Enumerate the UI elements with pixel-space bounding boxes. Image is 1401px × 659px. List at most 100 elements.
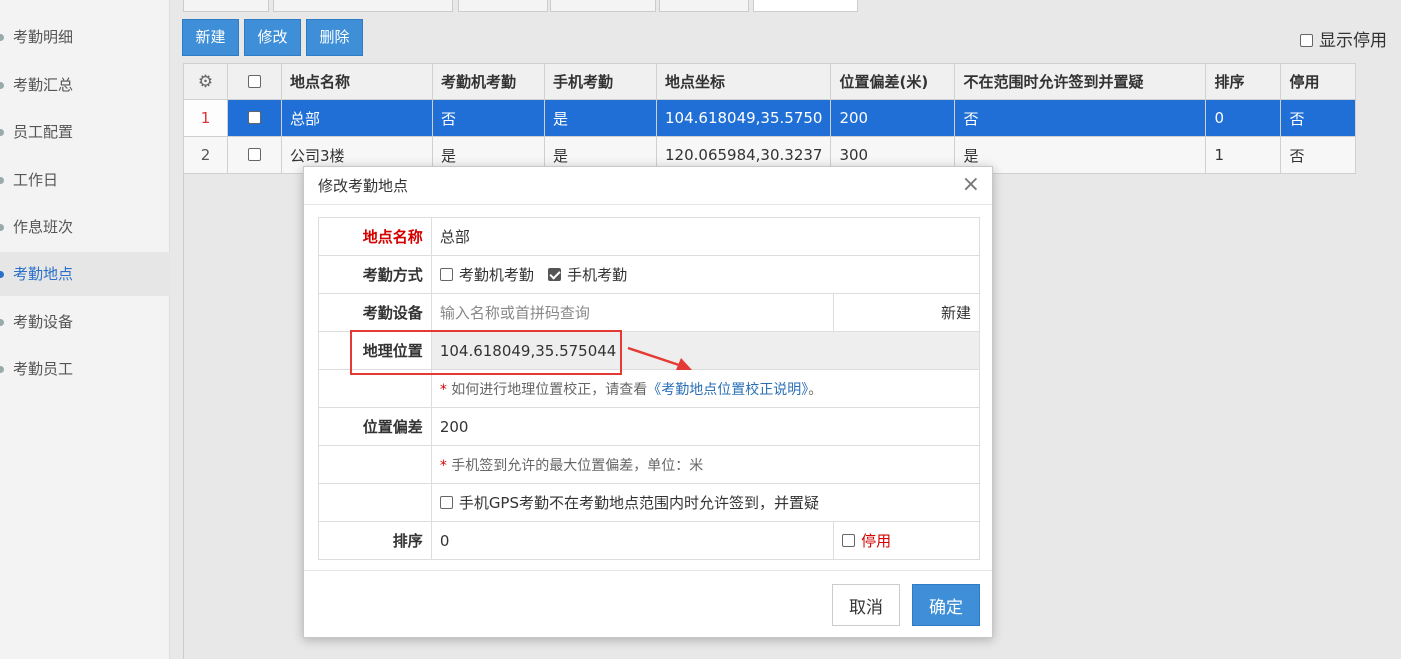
row-number: 2 [183, 136, 228, 174]
table-cell: 0 [1205, 99, 1282, 137]
gps-option[interactable]: 手机GPS考勤不在考勤地点范围内时允许签到，并置疑 [430, 483, 981, 522]
sort-label: 排序 [318, 521, 432, 560]
device-search-input[interactable]: 输入名称或首拼码查询 [430, 293, 835, 332]
required-mark: * [439, 381, 447, 398]
annotation-arrow-icon [627, 346, 692, 370]
offset-hint-text: 手机签到允许的最大位置偏差，单位：米 [446, 457, 704, 474]
ok-button[interactable]: 确定 [912, 584, 980, 626]
bullet-icon [0, 319, 4, 326]
offset-field[interactable]: 200 [430, 407, 981, 446]
column-header[interactable]: 排序 [1205, 63, 1282, 100]
spacer-cell [318, 483, 432, 522]
gps-option-label: 手机GPS考勤不在考勤地点范围内时允许签到，并置疑 [458, 494, 820, 512]
name-label: 地点名称 [318, 217, 432, 256]
device-placeholder: 输入名称或首拼码查询 [439, 304, 590, 322]
new-button[interactable]: 新建 [182, 19, 239, 56]
tab[interactable] [550, 0, 656, 12]
gear-icon[interactable]: ⚙ [198, 72, 213, 92]
sort-field[interactable]: 0 [430, 521, 835, 560]
column-header[interactable]: 位置偏差(米) [830, 63, 956, 100]
sidebar-item-label: 员工配置 [13, 123, 74, 141]
bullet-icon [0, 271, 4, 278]
sidebar-item-attendance-device[interactable]: 考勤设备 [0, 300, 170, 344]
phone-attendance-option[interactable]: 手机考勤 [548, 266, 627, 284]
row-select[interactable] [227, 99, 282, 137]
edit-location-dialog: 修改考勤地点 × 地点名称 总部 考勤方式 考勤机考勤 手机考勤 考勤设备 输入… [303, 166, 993, 638]
sidebar-item-attendance-detail[interactable]: 考勤明细 [0, 15, 170, 59]
column-header[interactable]: 手机考勤 [544, 63, 657, 100]
show-disabled-toggle[interactable]: 显示停用 [1300, 26, 1387, 51]
device-label: 考勤设备 [318, 293, 432, 332]
table-row[interactable]: 1 总部 否 是 104.618049,35.5750 200 否 0 否 [183, 99, 1357, 137]
checkbox-checked-icon[interactable] [548, 268, 562, 281]
disabled-label: 停用 [861, 532, 892, 550]
sidebar-item-label: 考勤明细 [13, 28, 74, 46]
table-cell: 200 [830, 99, 956, 137]
geo-hint-text: 如何进行地理位置校正，请查看 [446, 381, 648, 398]
dialog-footer-divider [304, 570, 992, 571]
sidebar-item-shift[interactable]: 作息班次 [0, 205, 170, 249]
dialog-title: 修改考勤地点 [304, 167, 992, 205]
sidebar-item-attendance-employee[interactable]: 考勤员工 [0, 347, 170, 391]
sidebar-item-attendance-summary[interactable]: 考勤汇总 [0, 63, 170, 107]
tab[interactable] [273, 0, 453, 12]
checkbox-icon[interactable] [439, 268, 453, 281]
row-select[interactable] [227, 136, 282, 174]
device-new-link[interactable]: 新建 [833, 293, 980, 332]
column-header[interactable]: 地点名称 [281, 63, 433, 100]
mode-options: 考勤机考勤 手机考勤 [430, 255, 981, 294]
checkbox-icon[interactable] [842, 534, 856, 547]
delete-button[interactable]: 删除 [306, 19, 363, 56]
location-table: ⚙ 地点名称 考勤机考勤 手机考勤 地点坐标 位置偏差(米) 不在范围时允许签到… [183, 63, 1357, 174]
bullet-icon [0, 82, 4, 89]
checkbox-icon[interactable] [248, 74, 261, 88]
sidebar-item-attendance-location[interactable]: 考勤地点 [0, 252, 170, 296]
annotation-box [350, 330, 622, 375]
table-cell: 否 [954, 99, 1207, 137]
row-number: 1 [183, 99, 228, 137]
column-settings[interactable]: ⚙ [183, 63, 228, 100]
sidebar-item-label: 考勤设备 [13, 313, 74, 331]
checkbox-icon[interactable] [439, 496, 453, 509]
sidebar: 考勤明细 考勤汇总 员工配置 工作日 作息班次 考勤地点 考勤设备 考勤员工 [0, 0, 170, 659]
table-cell: 否 [1280, 136, 1357, 174]
table-cell: 是 [544, 99, 657, 137]
table-cell: 总部 [281, 99, 433, 137]
tab[interactable] [659, 0, 749, 12]
table-cell: 否 [432, 99, 545, 137]
spacer-cell [318, 445, 432, 484]
checkbox-icon[interactable] [1300, 34, 1313, 47]
column-header[interactable]: 不在范围时允许签到并置疑 [954, 63, 1207, 100]
close-icon[interactable]: × [962, 172, 980, 197]
select-all[interactable] [227, 63, 282, 100]
column-header[interactable]: 考勤机考勤 [432, 63, 545, 100]
sidebar-item-label: 工作日 [13, 171, 59, 189]
show-disabled-label: 显示停用 [1319, 31, 1387, 51]
phone-attendance-label: 手机考勤 [567, 266, 628, 284]
machine-attendance-option[interactable]: 考勤机考勤 [439, 266, 534, 284]
checkbox-icon[interactable] [248, 148, 261, 161]
offset-hint: * 手机签到允许的最大位置偏差，单位：米 [430, 445, 981, 484]
sidebar-item-employee-config[interactable]: 员工配置 [0, 110, 170, 154]
edit-button[interactable]: 修改 [244, 19, 301, 56]
tab[interactable] [183, 0, 269, 12]
tab[interactable] [458, 0, 548, 12]
location-form: 地点名称 总部 考勤方式 考勤机考勤 手机考勤 考勤设备 输入名称或首拼码查询 … [318, 217, 981, 560]
geo-help-link[interactable]: 《考勤地点位置校正说明》 [647, 382, 808, 398]
column-header[interactable]: 停用 [1280, 63, 1357, 100]
sidebar-item-label: 考勤员工 [13, 360, 74, 378]
cancel-button[interactable]: 取消 [832, 584, 900, 626]
tab-active[interactable] [753, 0, 858, 12]
table-cell: 104.618049,35.5750 [655, 99, 832, 137]
disabled-option[interactable]: 停用 [833, 521, 980, 560]
offset-label: 位置偏差 [318, 407, 432, 446]
bullet-icon [0, 224, 4, 231]
name-field[interactable]: 总部 [430, 217, 981, 256]
mode-label: 考勤方式 [318, 255, 432, 294]
checkbox-icon[interactable] [248, 111, 261, 124]
column-header[interactable]: 地点坐标 [655, 63, 832, 100]
sidebar-item-workday[interactable]: 工作日 [0, 158, 170, 202]
bullet-icon [0, 177, 4, 184]
bullet-icon [0, 366, 4, 373]
table-cell: 否 [1280, 99, 1357, 137]
